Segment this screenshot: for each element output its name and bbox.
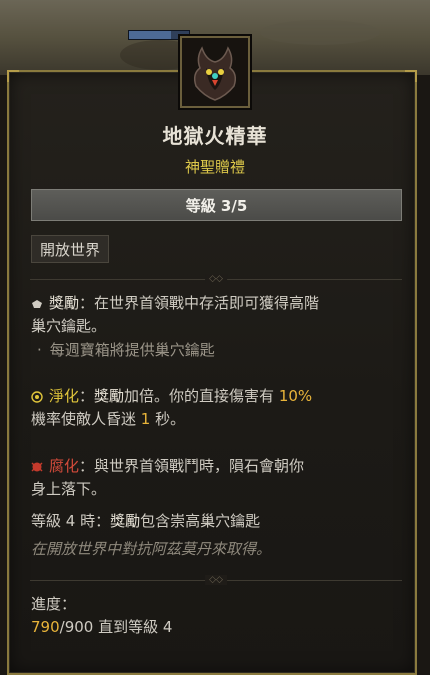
section-divider: ◇◇ <box>30 575 402 585</box>
progress-total: /900 <box>59 618 94 636</box>
progress-value-line: 790/900 直到等級 4 <box>31 617 172 638</box>
reward-bullet: · 每週寶箱將提供巢穴鑰匙 <box>37 341 215 359</box>
rank-label: 等級 3/5 <box>185 196 248 215</box>
rank-bar: 等級 3/5 <box>31 189 402 221</box>
purification-line-2: 機率使敵人昏迷 1 秒。 <box>31 410 186 428</box>
progress-label: 進度： <box>31 595 77 613</box>
rank4-bonus-line: 等級 4 時：獎勵包含崇高巢穴鑰匙 <box>31 512 261 530</box>
item-type: 神聖贈禮 <box>184 158 245 176</box>
category-tag: 開放世界 <box>31 235 110 263</box>
item-name: 地獄火精華 <box>162 124 268 148</box>
progress-current: 790 <box>31 618 60 636</box>
reward-chest-icon <box>32 299 42 308</box>
section-divider: ◇◇ <box>30 274 402 284</box>
purification-sun-icon <box>31 390 43 403</box>
corruption-demon-icon <box>31 462 43 471</box>
corruption-line-2: 身上落下。 <box>31 480 107 498</box>
hellfire-essence-icon <box>193 46 237 101</box>
reward-line-2: 巢穴鑰匙。 <box>31 317 107 335</box>
item-icon-frame <box>180 36 250 108</box>
purification-line-1: 淨化：獎勵加倍。你的直接傷害有 10% <box>31 386 312 407</box>
category-tag-label: 開放世界 <box>40 240 101 259</box>
progress-suffix: 直到等級 4 <box>93 618 173 636</box>
reward-line-1: 獎勵：在世界首領戰中存活即可獲得高階 <box>31 293 319 314</box>
corner-ornament <box>405 70 417 82</box>
corruption-line-1: 腐化：與世界首領戰鬥時，隕石會朝你 <box>31 456 304 477</box>
corner-ornament <box>7 70 19 82</box>
source-hint: 在開放世界中對抗阿茲莫丹來取得。 <box>31 540 272 558</box>
